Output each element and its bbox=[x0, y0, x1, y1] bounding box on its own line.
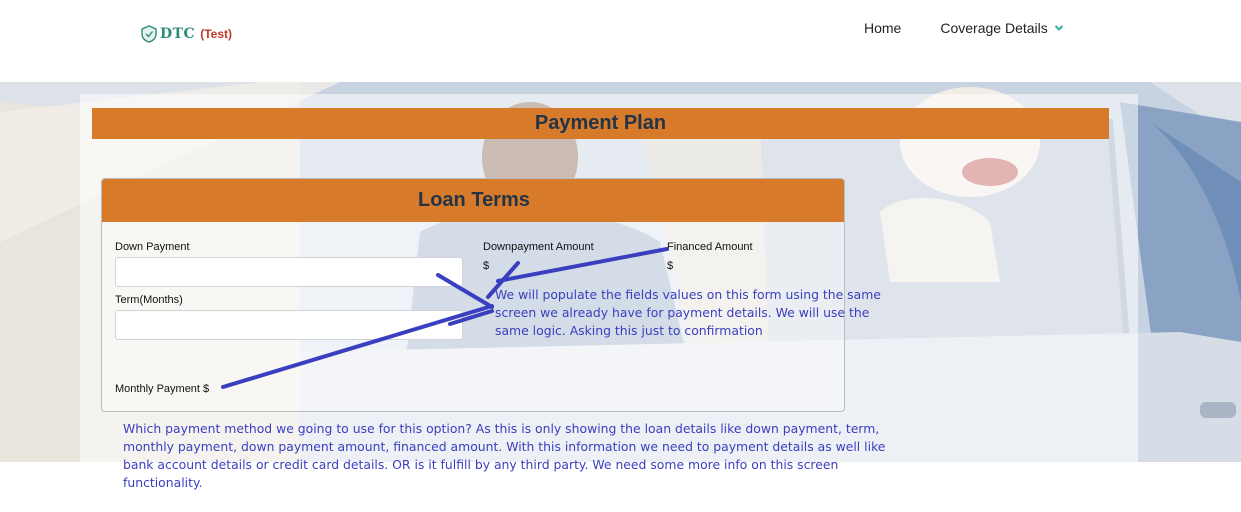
financed-amount-label: Financed Amount bbox=[667, 241, 753, 253]
payment-plan-title: Payment Plan bbox=[92, 108, 1109, 139]
annotation-note-payment-method: Which payment method we going to use for… bbox=[123, 420, 885, 492]
nav-home[interactable]: Home bbox=[864, 20, 901, 36]
financed-amount-value: $ bbox=[667, 260, 674, 272]
nav-coverage-label: Coverage Details bbox=[940, 20, 1048, 36]
down-payment-label: Down Payment bbox=[115, 241, 190, 253]
downpayment-amount-label: Downpayment Amount bbox=[483, 241, 594, 253]
nav-coverage-details[interactable]: Coverage Details bbox=[940, 20, 1063, 36]
loan-terms-title: Loan Terms bbox=[102, 179, 844, 222]
note1-line-1: We will populate the fields values on th… bbox=[495, 287, 881, 302]
monthly-payment-label: Monthly Payment $ bbox=[115, 383, 210, 395]
term-months-label: Term(Months) bbox=[115, 294, 183, 306]
down-payment-input[interactable] bbox=[115, 257, 463, 287]
note2-line-2: monthly payment, down payment amount, fi… bbox=[123, 439, 886, 454]
annotation-note-population: We will populate the fields values on th… bbox=[495, 286, 881, 340]
note1-line-3: same logic. Asking this just to confirma… bbox=[495, 323, 763, 338]
term-months-input[interactable] bbox=[115, 310, 463, 340]
brand-logo[interactable]: DTC (Test) bbox=[141, 25, 232, 43]
note2-line-3: bank account details or credit card deta… bbox=[123, 457, 839, 472]
main-nav: Home Coverage Details bbox=[864, 20, 1064, 36]
note1-line-2: screen we already have for payment detai… bbox=[495, 305, 870, 320]
chevron-down-icon bbox=[1054, 25, 1063, 31]
note2-line-1: Which payment method we going to use for… bbox=[123, 421, 880, 436]
downpayment-amount-value: $ bbox=[483, 260, 490, 272]
shield-logo-icon bbox=[141, 25, 157, 43]
note2-line-4: functionality. bbox=[123, 475, 203, 490]
top-navbar: DTC (Test) Home Coverage Details bbox=[0, 0, 1241, 62]
brand-name: DTC bbox=[160, 26, 196, 42]
brand-tag: (Test) bbox=[200, 27, 232, 41]
